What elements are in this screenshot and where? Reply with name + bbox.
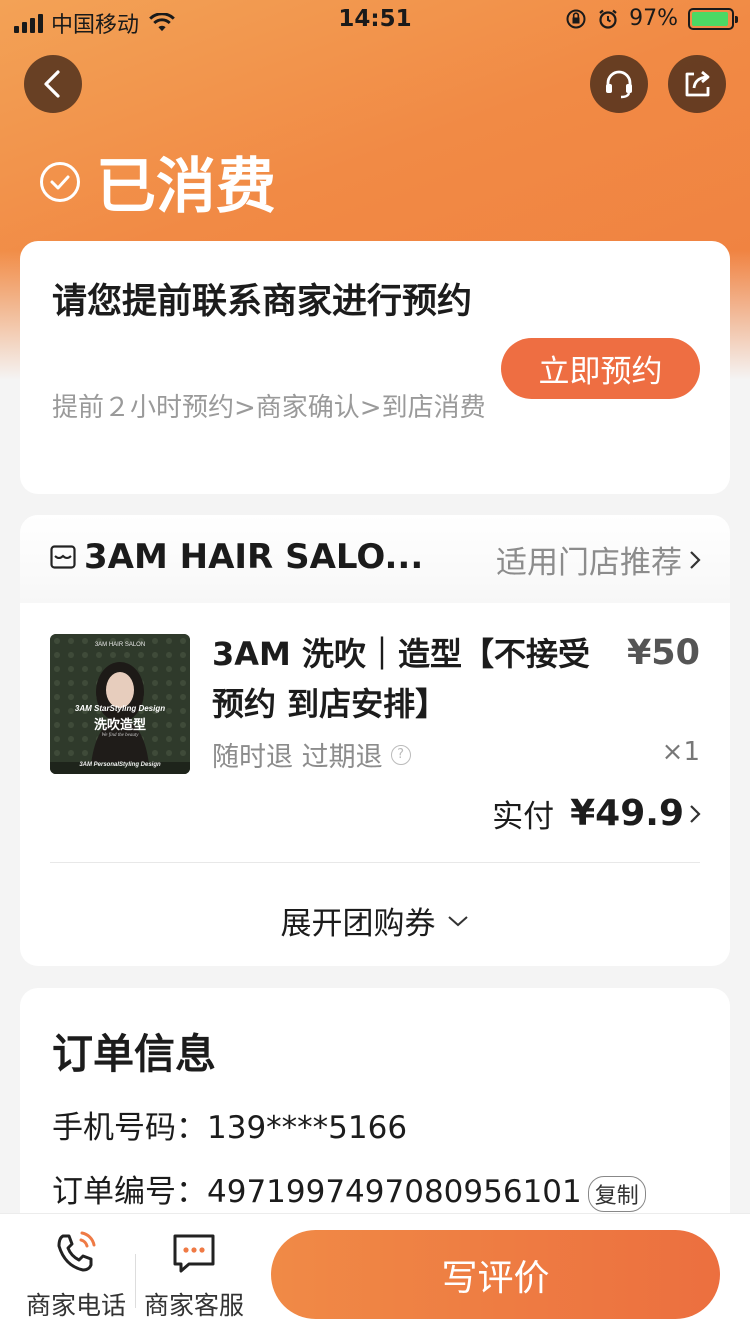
chevron-right-icon — [690, 550, 701, 569]
copy-button[interactable]: 复制 — [587, 1175, 646, 1212]
status-label: 已消费 — [96, 152, 276, 222]
order-number-label: 订单编号： — [52, 1174, 207, 1210]
divider — [50, 862, 700, 863]
thumb-line2: 洗吹造型 — [93, 718, 146, 733]
status-bar: 中国移动 14:51 97% — [0, 0, 750, 40]
back-button[interactable] — [24, 55, 82, 113]
share-button[interactable] — [668, 55, 726, 113]
order-info-card: 订单信息 手机号码：139****5166 订单编号：4971997497080… — [20, 988, 730, 1248]
headset-icon — [606, 70, 632, 99]
thumb-footer: 3AM PersonalStyling Design — [79, 762, 161, 768]
expand-vouchers-button[interactable]: 展开团购券 — [20, 898, 730, 943]
store-recommend-label: 适用门店推荐 — [496, 545, 682, 581]
paid-label: 实付 — [492, 799, 555, 835]
write-review-button[interactable]: 写评价 — [271, 1230, 720, 1319]
order-number-value: 4971997497080956101 — [207, 1174, 582, 1210]
booking-title: 请您提前联系商家进行预约 — [52, 282, 473, 322]
phone-label: 手机号码： — [52, 1110, 207, 1146]
help-icon[interactable]: ? — [390, 744, 411, 765]
booking-card: 请您提前联系商家进行预约 提前２小时预约>商家确认>到店消费 立即预约 — [20, 241, 730, 494]
shop-icon — [50, 545, 76, 569]
thumb-header: 3AM HAIR SALON — [94, 642, 146, 648]
order-info-title: 订单信息 — [52, 1030, 216, 1078]
reserve-now-button[interactable]: 立即预约 — [501, 338, 700, 399]
merchant-service-label: 商家客服 — [143, 1291, 244, 1320]
product-quantity: ×1 — [661, 737, 700, 767]
booking-steps: 提前２小时预约>商家确认>到店消费 — [52, 393, 486, 423]
refund-policy: 随时退 过期退 ? — [212, 735, 411, 774]
product-thumbnail[interactable]: 3AM HAIR SALON 3AM StarStyling Design 洗吹… — [50, 634, 190, 774]
chevron-down-icon — [447, 915, 468, 926]
shop-name[interactable]: 3AM HAIR SALO... — [84, 537, 423, 577]
order-number-row: 订单编号：4971997497080956101 复制 — [52, 1166, 646, 1212]
expand-label: 展开团购券 — [280, 906, 436, 942]
chat-icon — [173, 1234, 215, 1273]
product-card: 3AM HAIR SALO... 适用门店推荐 3AM HAIR SALON 3… — [20, 515, 730, 966]
shop-header[interactable]: 3AM HAIR SALO... 适用门店推荐 — [20, 515, 730, 603]
product-title[interactable]: 3AM 洗吹｜造型【不接受预约 到店安排】 — [212, 629, 612, 729]
phone-row: 手机号码：139****5166 — [52, 1102, 407, 1147]
thumb-line3: We find the beauty — [101, 733, 139, 738]
merchant-phone-button[interactable]: 商家电话 — [18, 1230, 134, 1322]
chevron-right-icon — [690, 804, 701, 823]
check-circle-icon — [40, 161, 80, 202]
store-recommend-link[interactable]: 适用门店推荐 — [496, 537, 702, 582]
orientation-lock-icon — [566, 9, 586, 28]
battery-icon — [688, 7, 738, 30]
phone-icon — [57, 1231, 96, 1272]
chevron-left-icon — [44, 70, 60, 98]
product-price: ¥50 — [626, 633, 700, 673]
order-status-title: 已消费 — [40, 138, 276, 225]
merchant-service-button[interactable]: 商家客服 — [136, 1230, 252, 1322]
paid-amount-link[interactable]: 实付 ¥49.9 — [492, 791, 702, 836]
phone-value: 139****5166 — [207, 1110, 408, 1146]
thumb-line1: 3AM StarStyling Design — [74, 704, 166, 713]
bottom-action-bar: 商家电话 商家客服 写评价 — [0, 1213, 750, 1334]
paid-amount: ¥49.9 — [570, 793, 684, 834]
refund-label: 随时退 过期退 — [212, 742, 383, 773]
share-icon — [685, 70, 710, 97]
battery-percent: 97% — [629, 6, 678, 31]
merchant-phone-label: 商家电话 — [25, 1291, 126, 1320]
alarm-icon — [599, 9, 617, 29]
customer-service-button[interactable] — [590, 55, 648, 113]
